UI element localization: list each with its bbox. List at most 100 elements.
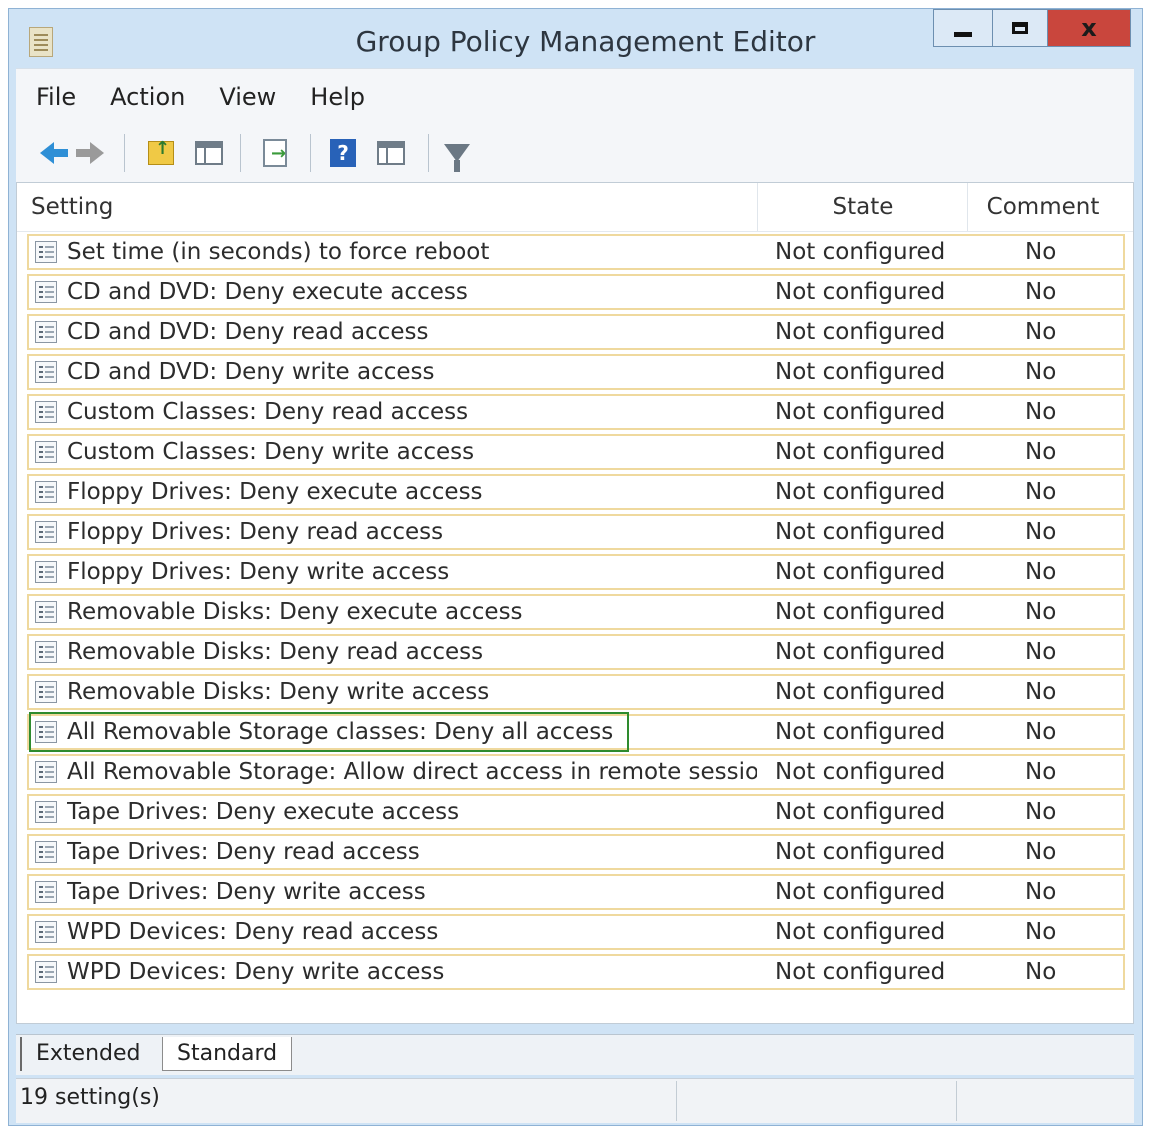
policy-setting-icon	[35, 961, 57, 983]
setting-comment: No	[1025, 439, 1057, 465]
table-row[interactable]: CD and DVD: Deny write access Not configu…	[27, 354, 1125, 390]
table-row[interactable]: All Removable Storage classes: Deny all …	[27, 712, 1125, 752]
column-header-comment[interactable]: Comment	[967, 183, 1118, 231]
setting-state: Not configured	[775, 919, 946, 945]
setting-state: Not configured	[775, 359, 946, 385]
toolbar-separator	[310, 134, 311, 172]
status-bar: 19 setting(s)	[16, 1078, 1134, 1123]
setting-name: Floppy Drives: Deny execute access	[67, 479, 483, 505]
table-row[interactable]: CD and DVD: Deny execute access Not confi…	[27, 274, 1125, 310]
show-hide-pane-icon	[195, 141, 223, 165]
setting-name: All Removable Storage classes: Deny all …	[67, 719, 614, 745]
policy-setting-icon	[35, 641, 57, 663]
status-text: 19 setting(s)	[20, 1085, 160, 1110]
help-icon: ?	[330, 139, 356, 167]
minimize-icon	[954, 31, 972, 37]
minimize-button[interactable]	[933, 9, 993, 47]
status-divider	[676, 1081, 677, 1121]
setting-state: Not configured	[775, 879, 946, 905]
toolbar: ?	[16, 124, 1134, 183]
maximize-button[interactable]	[992, 9, 1048, 47]
policy-setting-icon	[35, 761, 57, 783]
setting-name: Removable Disks: Deny write access	[67, 679, 490, 705]
setting-state: Not configured	[775, 279, 946, 305]
table-row[interactable]: WPD Devices: Deny write access Not config…	[27, 954, 1125, 990]
table-row[interactable]: Floppy Drives: Deny execute access Not co…	[27, 474, 1125, 510]
setting-comment: No	[1025, 359, 1057, 385]
toolbar-separator	[240, 134, 241, 172]
setting-name: Tape Drives: Deny write access	[67, 879, 426, 905]
setting-comment: No	[1025, 399, 1057, 425]
setting-name: Tape Drives: Deny read access	[67, 839, 420, 865]
setting-state: Not configured	[775, 319, 946, 345]
table-row[interactable]: Tape Drives: Deny read access Not configu…	[27, 834, 1125, 870]
table-row[interactable]: CD and DVD: Deny read access Not configur…	[27, 314, 1125, 350]
table-row[interactable]: Removable Disks: Deny read access Not con…	[27, 634, 1125, 670]
show-hide-tree-button[interactable]	[192, 136, 226, 170]
tab-extended[interactable]: Extended	[20, 1037, 155, 1071]
table-row[interactable]: Removable Disks: Deny execute access Not …	[27, 594, 1125, 630]
column-header-setting[interactable]: Setting	[31, 183, 113, 231]
setting-state: Not configured	[775, 719, 946, 745]
filter-icon	[444, 144, 470, 172]
title-bar[interactable]: Group Policy Management Editor x	[9, 9, 1142, 77]
up-one-level-button[interactable]	[144, 136, 178, 170]
filter-button[interactable]	[440, 136, 474, 172]
setting-state: Not configured	[775, 959, 946, 985]
policy-setting-icon	[35, 241, 57, 263]
close-button[interactable]: x	[1047, 9, 1131, 47]
toolbar-separator	[124, 134, 125, 172]
policy-setting-icon	[35, 561, 57, 583]
table-row[interactable]: Tape Drives: Deny write access Not config…	[27, 874, 1125, 910]
setting-comment: No	[1025, 639, 1057, 665]
menu-action[interactable]: Action	[110, 83, 185, 111]
table-row[interactable]: Removable Disks: Deny write access Not co…	[27, 674, 1125, 710]
table-row[interactable]: All Removable Storage: Allow direct acce…	[27, 754, 1125, 790]
table-row[interactable]: Set time (in seconds) to force reboot Not…	[27, 234, 1125, 270]
show-hide-action-pane-button[interactable]	[374, 136, 408, 170]
menu-help[interactable]: Help	[310, 83, 365, 111]
forward-arrow-icon	[76, 142, 104, 164]
setting-state: Not configured	[775, 839, 946, 865]
setting-name: CD and DVD: Deny write access	[67, 359, 435, 385]
list-header: Setting State Comment	[17, 183, 1133, 232]
setting-comment: No	[1025, 239, 1057, 265]
setting-comment: No	[1025, 839, 1057, 865]
policy-setting-icon	[35, 721, 57, 743]
setting-name: WPD Devices: Deny write access	[67, 959, 445, 985]
setting-name: Floppy Drives: Deny write access	[67, 559, 450, 585]
policy-setting-icon	[35, 601, 57, 623]
setting-comment: No	[1025, 559, 1057, 585]
tab-standard[interactable]: Standard	[162, 1037, 293, 1071]
policy-setting-icon	[35, 921, 57, 943]
export-list-button[interactable]	[258, 136, 292, 170]
table-row[interactable]: Custom Classes: Deny read access Not conf…	[27, 394, 1125, 430]
help-button[interactable]: ?	[326, 136, 360, 170]
policy-setting-icon	[35, 881, 57, 903]
table-row[interactable]: Floppy Drives: Deny write access Not conf…	[27, 554, 1125, 590]
setting-name: Set time (in seconds) to force reboot	[67, 239, 490, 265]
policy-setting-icon	[35, 841, 57, 863]
back-button[interactable]	[30, 136, 68, 170]
table-row[interactable]: Custom Classes: Deny write access Not con…	[27, 434, 1125, 470]
table-row[interactable]: WPD Devices: Deny read access Not configu…	[27, 914, 1125, 950]
column-header-state[interactable]: State	[757, 183, 968, 231]
policy-setting-icon	[35, 521, 57, 543]
setting-name: Floppy Drives: Deny read access	[67, 519, 444, 545]
setting-state: Not configured	[775, 599, 946, 625]
setting-state: Not configured	[775, 399, 946, 425]
policy-setting-icon	[35, 401, 57, 423]
setting-name: Custom Classes: Deny read access	[67, 399, 469, 425]
menu-file[interactable]: File	[36, 83, 76, 111]
policy-setting-icon	[35, 681, 57, 703]
forward-button[interactable]	[72, 136, 106, 170]
menu-view[interactable]: View	[219, 83, 276, 111]
up-folder-icon	[148, 138, 174, 165]
setting-state: Not configured	[775, 559, 946, 585]
back-arrow-icon	[40, 142, 68, 164]
toolbar-separator	[428, 134, 429, 172]
setting-comment: No	[1025, 959, 1057, 985]
table-row[interactable]: Floppy Drives: Deny read access Not confi…	[27, 514, 1125, 550]
table-row[interactable]: Tape Drives: Deny execute access Not conf…	[27, 794, 1125, 830]
export-list-icon	[263, 139, 287, 167]
